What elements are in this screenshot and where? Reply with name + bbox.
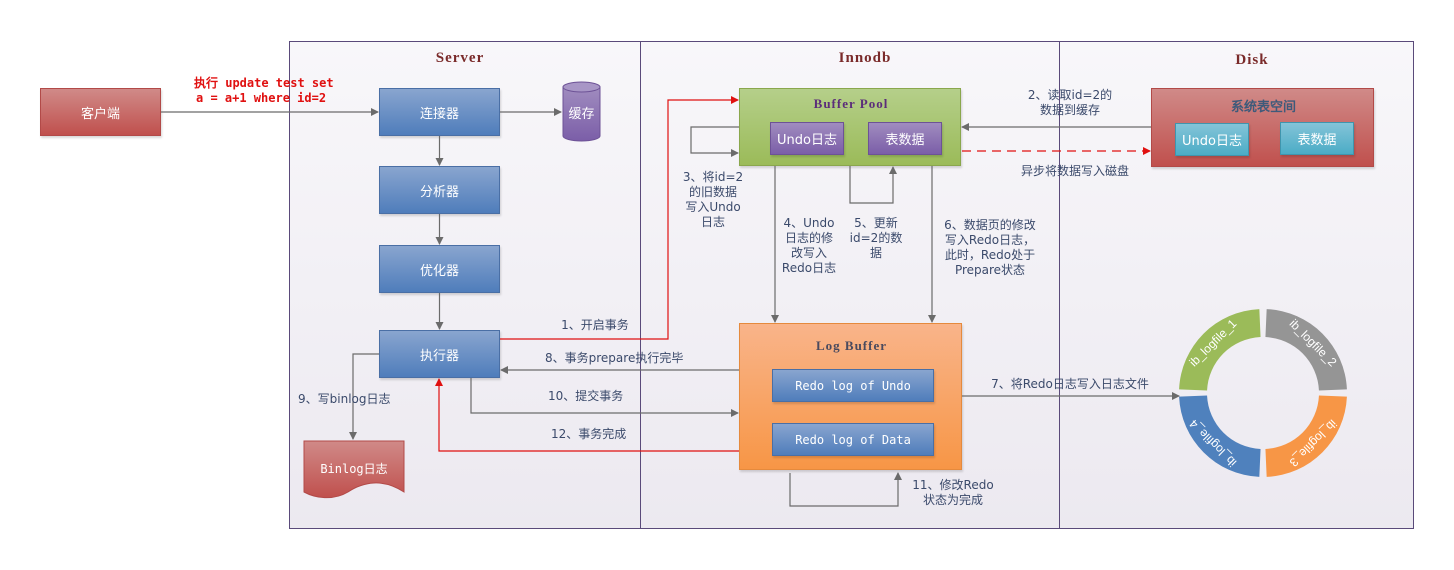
system-tablespace[interactable]: 系统表空间 Undo日志 表数据	[1151, 88, 1374, 167]
logfile-segment-3[interactable]	[1265, 395, 1347, 477]
redo-log-of-undo-label: Redo log of Undo	[795, 378, 911, 393]
tablespace-undo[interactable]: Undo日志	[1175, 123, 1249, 156]
system-tablespace-title: 系统表空间	[1230, 100, 1296, 115]
step-3-label: 3、将id=2 的旧数据 写入Undo 日志	[682, 170, 744, 229]
step-11-label: 11、修改Redo 状态为完成	[912, 478, 994, 507]
log-buffer[interactable]: Log Buffer Redo log of Undo Redo log of …	[739, 323, 962, 470]
step-7-label: 7、将Redo日志写入日志文件	[991, 377, 1149, 391]
lane-title-disk: Disk	[1235, 52, 1269, 68]
analyzer-box[interactable]: 分析器	[379, 166, 500, 214]
step-4-label: 4、Undo 日志的修 改写入 Redo日志	[781, 216, 837, 275]
analyzer-label: 分析器	[419, 184, 459, 200]
async-write-label: 异步将数据写入磁盘	[1020, 164, 1129, 178]
sql-line-1: 执行 update test set	[194, 76, 334, 90]
binlog-document[interactable]: Binlog日志	[303, 440, 405, 502]
tablespace-undo-label: Undo日志	[1182, 134, 1242, 149]
logfile-ring: ib_logfile_1 ib_logfile_2ib_logfile_3ib_l…	[1179, 309, 1347, 477]
step-1-label: 1、开启事务	[561, 318, 629, 332]
logfile-segment-4[interactable]	[1179, 395, 1261, 477]
step-5-label: 5、更新 id=2的数 据	[849, 216, 903, 260]
cache-label: 缓存	[568, 107, 595, 122]
lane-title-innodb: Innodb	[838, 50, 892, 66]
buffer-pool-undo-label: Undo日志	[777, 133, 837, 148]
step-6-label: 6、数据页的修改 写入Redo日志， 此时，Redo处于 Prepare状态	[944, 218, 1036, 277]
redo-log-of-undo[interactable]: Redo log of Undo	[772, 369, 934, 402]
buffer-pool-undo[interactable]: Undo日志	[770, 122, 844, 155]
buffer-pool-title: Buffer Pool	[813, 96, 889, 111]
executor-box[interactable]: 执行器	[379, 330, 500, 378]
step-2-label: 2、读取id=2的 数据到缓存	[1027, 88, 1113, 117]
tablespace-table-data-label: 表数据	[1297, 133, 1337, 148]
optimizer-box[interactable]: 优化器	[379, 245, 500, 293]
connector-label: 连接器	[419, 106, 459, 122]
binlog-label: Binlog日志	[320, 462, 388, 476]
redo-log-of-data-label: Redo log of Data	[795, 432, 911, 447]
logfile-segment-1[interactable]	[1179, 309, 1261, 391]
client-label: 客户端	[80, 106, 120, 122]
lane-title-server: Server	[435, 50, 485, 66]
executor-label: 执行器	[419, 348, 459, 364]
tablespace-table-data[interactable]: 表数据	[1280, 122, 1354, 155]
sql-statement: 执行 update test set a = a+1 where id=2	[194, 76, 334, 106]
buffer-pool-table-data-label: 表数据	[885, 133, 925, 148]
optimizer-label: 优化器	[419, 263, 459, 279]
cache-cylinder[interactable]: 缓存	[562, 81, 601, 143]
log-buffer-title: Log Buffer	[815, 338, 888, 353]
redo-log-of-data[interactable]: Redo log of Data	[772, 423, 934, 456]
client-box[interactable]: 客户端	[40, 88, 161, 136]
logfile-segment-2[interactable]	[1265, 309, 1347, 391]
buffer-pool-table-data[interactable]: 表数据	[868, 122, 942, 155]
step-10-label: 10、提交事务	[548, 389, 624, 403]
buffer-pool[interactable]: Buffer Pool Undo日志 表数据	[739, 88, 961, 166]
connector-box[interactable]: 连接器	[379, 88, 500, 136]
sql-line-2: a = a+1 where id=2	[196, 91, 327, 105]
step-9-label: 9、写binlog日志	[298, 392, 391, 406]
step-12-label: 12、事务完成	[551, 427, 627, 441]
step-8-label: 8、事务prepare执行完毕	[545, 351, 684, 365]
